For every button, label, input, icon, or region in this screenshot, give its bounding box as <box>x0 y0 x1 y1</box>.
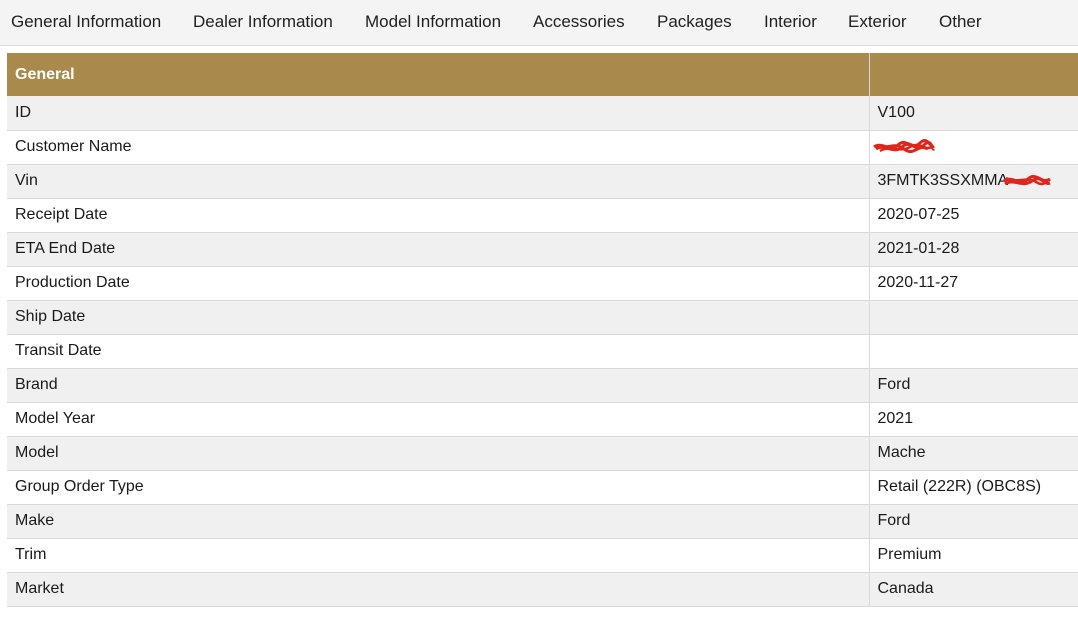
field-value <box>869 334 1078 369</box>
field-value: 2021 <box>869 402 1078 437</box>
field-label: Model Year <box>7 402 870 437</box>
table-row: Customer Name <box>7 130 1078 165</box>
table-row: Trim Premium <box>7 538 1078 573</box>
table-row: Transit Date <box>7 334 1078 369</box>
field-value: Canada <box>869 572 1078 607</box>
field-value: 2020-11-27 <box>869 266 1078 301</box>
field-label: Receipt Date <box>7 198 870 233</box>
table-row: ID V100 <box>7 96 1078 131</box>
field-value: Premium <box>869 538 1078 573</box>
field-value: 2021-01-28 <box>869 232 1078 267</box>
vin-text: 3FMTK3SSXMMA <box>877 172 1009 190</box>
field-label: Ship Date <box>7 300 870 335</box>
field-label: Group Order Type <box>7 470 870 505</box>
table-row: Brand Ford <box>7 368 1078 403</box>
field-label: Production Date <box>7 266 870 301</box>
field-value: 2020-07-25 <box>869 198 1078 233</box>
redaction-scribble <box>872 139 935 154</box>
tab-dealer-information[interactable]: Dealer Information <box>193 12 333 32</box>
table-row: Group Order Type Retail (222R) (OBC8S) <box>7 470 1078 505</box>
section-title: General <box>7 53 870 96</box>
table-row: Vin 3FMTK3SSXMMA <box>7 164 1078 199</box>
table-row: Model Year 2021 <box>7 402 1078 437</box>
field-value <box>869 300 1078 335</box>
field-value-customer-name <box>869 130 1078 165</box>
field-label: Trim <box>7 538 870 573</box>
general-info-table: General ID V100 Customer Name Vin 3FMTK3… <box>7 53 1078 607</box>
tab-other[interactable]: Other <box>939 12 982 32</box>
tab-exterior[interactable]: Exterior <box>848 12 907 32</box>
tab-general-information[interactable]: General Information <box>11 12 161 32</box>
table-row: Ship Date <box>7 300 1078 335</box>
tab-packages[interactable]: Packages <box>657 12 732 32</box>
field-label: Brand <box>7 368 870 403</box>
tab-accessories[interactable]: Accessories <box>533 12 625 32</box>
table-row: Market Canada <box>7 572 1078 607</box>
field-value: Ford <box>869 368 1078 403</box>
table-row: Production Date 2020-11-27 <box>7 266 1078 301</box>
tab-interior[interactable]: Interior <box>764 12 817 32</box>
field-label: Model <box>7 436 870 471</box>
tab-bar: General Information Dealer Information M… <box>0 0 1078 46</box>
table-row: ETA End Date 2021-01-28 <box>7 232 1078 267</box>
redaction-scribble <box>1003 174 1052 186</box>
table-row: Make Ford <box>7 504 1078 539</box>
field-label: Make <box>7 504 870 539</box>
field-value: Retail (222R) (OBC8S) <box>869 470 1078 505</box>
field-label: Customer Name <box>7 130 870 165</box>
table-row: Receipt Date 2020-07-25 <box>7 198 1078 233</box>
field-label: ID <box>7 96 870 131</box>
table-header-row: General <box>7 53 1078 96</box>
section-value-header <box>869 53 1078 96</box>
field-value: Ford <box>869 504 1078 539</box>
field-value-vin: 3FMTK3SSXMMA <box>869 164 1078 199</box>
field-label: Market <box>7 572 870 607</box>
field-value: Mache <box>869 436 1078 471</box>
field-label: ETA End Date <box>7 232 870 267</box>
tab-model-information[interactable]: Model Information <box>365 12 501 32</box>
field-label: Transit Date <box>7 334 870 369</box>
field-value: V100 <box>869 96 1078 131</box>
table-row: Model Mache <box>7 436 1078 471</box>
field-label: Vin <box>7 164 870 199</box>
